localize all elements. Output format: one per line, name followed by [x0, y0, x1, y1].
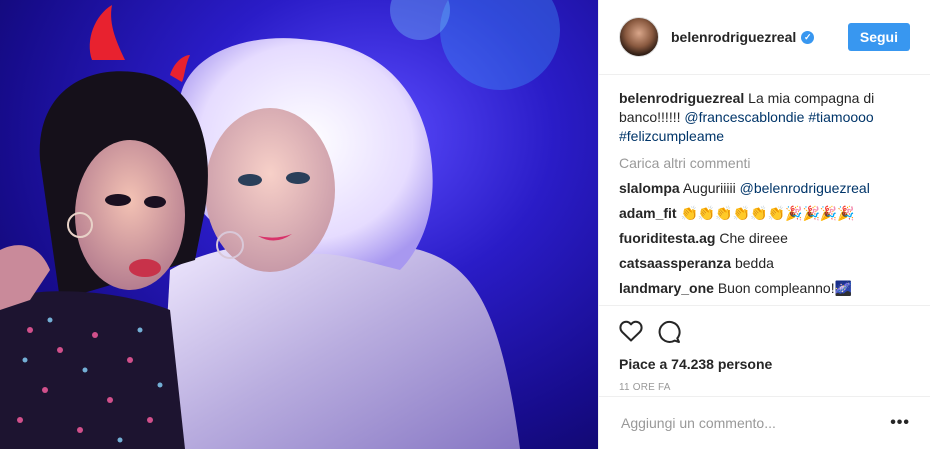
load-more-comments[interactable]: Carica altri commenti	[619, 154, 910, 173]
comments-section: belenrodriguezreal La mia compagna di ba…	[599, 75, 930, 305]
caption-mention[interactable]: @francescablondie	[684, 109, 804, 125]
caption: belenrodriguezreal La mia compagna di ba…	[619, 89, 910, 146]
photo-illustration	[0, 0, 560, 449]
post-side-panel: belenrodriguezreal ✓ Segui belenrodrigue…	[598, 0, 930, 449]
comment-text: bedda	[734, 255, 774, 271]
author-username[interactable]: belenrodriguezreal	[671, 29, 796, 45]
comment-author[interactable]: adam_fit	[619, 205, 677, 221]
post-timestamp: 11 ORE FA	[619, 382, 671, 393]
post-actions: Piace a 74.238 persone 11 ORE FA	[599, 305, 930, 393]
comment-author[interactable]: fuoriditesta.ag	[619, 230, 715, 246]
comment-text: Che direee	[719, 230, 788, 246]
post-header: belenrodriguezreal ✓ Segui	[599, 0, 930, 75]
caption-hashtag[interactable]: #felizcumpleame	[619, 128, 724, 144]
comment-author[interactable]: landmary_one	[619, 280, 714, 296]
comment-item: landmary_one Buon compleanno!🌌	[619, 279, 910, 298]
verified-icon: ✓	[801, 30, 815, 44]
add-comment-bar: •••	[599, 396, 930, 449]
action-icons	[619, 320, 910, 348]
comment-author[interactable]: slalompa	[619, 180, 680, 196]
post-photo[interactable]	[0, 0, 598, 449]
comment-text: Auguriiiii	[682, 180, 736, 196]
comment-text: 👏👏👏👏👏👏🎉🎉🎉🎉	[680, 205, 855, 221]
avatar[interactable]	[619, 17, 659, 57]
comment-item: fuoriditesta.ag Che direee	[619, 229, 910, 248]
comment-item: slalompa Auguriiiii @belenrodriguezreal	[619, 179, 910, 198]
instagram-post: belenrodriguezreal ✓ Segui belenrodrigue…	[0, 0, 930, 449]
comment-author[interactable]: catsaassperanza	[619, 255, 731, 271]
comment-input[interactable]	[619, 414, 891, 432]
comment-text: Buon compleanno!🌌	[717, 280, 853, 296]
comment-icon[interactable]	[657, 320, 681, 348]
caption-hashtag[interactable]: #tiamoooo	[808, 109, 873, 125]
caption-author[interactable]: belenrodriguezreal	[619, 90, 744, 106]
heart-icon[interactable]	[619, 320, 643, 348]
more-icon[interactable]: •••	[890, 414, 910, 432]
likes-count[interactable]: Piace a 74.238 persone	[619, 356, 910, 372]
comment-item: adam_fit 👏👏👏👏👏👏🎉🎉🎉🎉	[619, 204, 910, 223]
comment-mention[interactable]: @belenrodriguezreal	[740, 180, 870, 196]
follow-button[interactable]: Segui	[847, 23, 910, 51]
comment-item: catsaassperanza bedda	[619, 254, 910, 273]
